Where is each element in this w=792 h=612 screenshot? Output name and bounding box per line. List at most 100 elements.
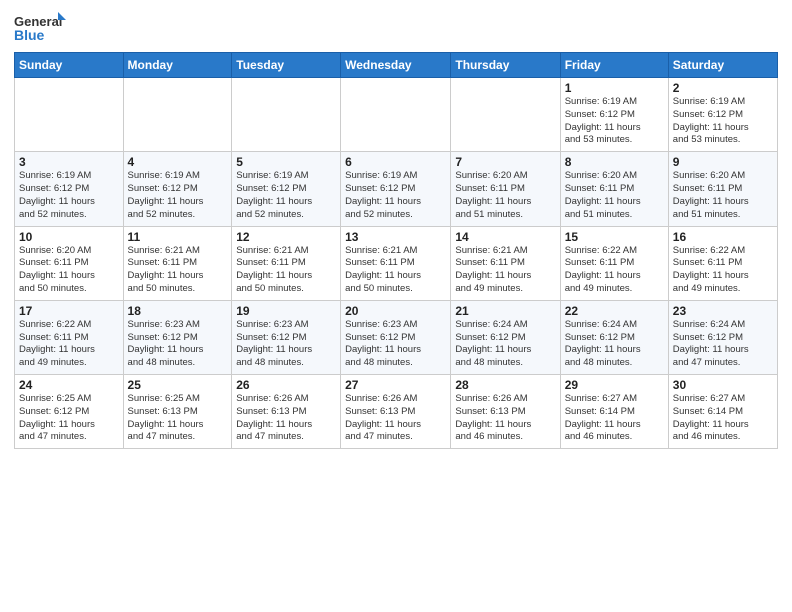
day-info: Sunrise: 6:19 AM Sunset: 6:12 PM Dayligh…: [236, 170, 336, 221]
calendar-cell: 10Sunrise: 6:20 AM Sunset: 6:11 PM Dayli…: [15, 226, 124, 300]
day-info: Sunrise: 6:25 AM Sunset: 6:12 PM Dayligh…: [19, 393, 119, 444]
day-info: Sunrise: 6:20 AM Sunset: 6:11 PM Dayligh…: [455, 170, 555, 221]
weekday-header-friday: Friday: [560, 53, 668, 78]
day-info: Sunrise: 6:20 AM Sunset: 6:11 PM Dayligh…: [565, 170, 664, 221]
calendar-cell: 1Sunrise: 6:19 AM Sunset: 6:12 PM Daylig…: [560, 78, 668, 152]
day-info: Sunrise: 6:19 AM Sunset: 6:12 PM Dayligh…: [673, 96, 773, 147]
calendar-cell: 29Sunrise: 6:27 AM Sunset: 6:14 PM Dayli…: [560, 375, 668, 449]
day-number: 16: [673, 230, 773, 244]
calendar-cell: 2Sunrise: 6:19 AM Sunset: 6:12 PM Daylig…: [668, 78, 777, 152]
weekday-header-sunday: Sunday: [15, 53, 124, 78]
day-number: 18: [128, 304, 228, 318]
weekday-header-saturday: Saturday: [668, 53, 777, 78]
calendar-cell: 22Sunrise: 6:24 AM Sunset: 6:12 PM Dayli…: [560, 300, 668, 374]
day-info: Sunrise: 6:23 AM Sunset: 6:12 PM Dayligh…: [345, 319, 446, 370]
day-number: 10: [19, 230, 119, 244]
day-info: Sunrise: 6:26 AM Sunset: 6:13 PM Dayligh…: [236, 393, 336, 444]
calendar-cell: 27Sunrise: 6:26 AM Sunset: 6:13 PM Dayli…: [341, 375, 451, 449]
day-number: 21: [455, 304, 555, 318]
weekday-header-wednesday: Wednesday: [341, 53, 451, 78]
day-info: Sunrise: 6:19 AM Sunset: 6:12 PM Dayligh…: [565, 96, 664, 147]
day-number: 15: [565, 230, 664, 244]
day-info: Sunrise: 6:26 AM Sunset: 6:13 PM Dayligh…: [455, 393, 555, 444]
day-info: Sunrise: 6:19 AM Sunset: 6:12 PM Dayligh…: [19, 170, 119, 221]
day-info: Sunrise: 6:22 AM Sunset: 6:11 PM Dayligh…: [565, 245, 664, 296]
day-number: 24: [19, 378, 119, 392]
calendar-cell: 24Sunrise: 6:25 AM Sunset: 6:12 PM Dayli…: [15, 375, 124, 449]
calendar-cell: 6Sunrise: 6:19 AM Sunset: 6:12 PM Daylig…: [341, 152, 451, 226]
day-number: 14: [455, 230, 555, 244]
day-info: Sunrise: 6:24 AM Sunset: 6:12 PM Dayligh…: [673, 319, 773, 370]
calendar-cell: 13Sunrise: 6:21 AM Sunset: 6:11 PM Dayli…: [341, 226, 451, 300]
day-number: 4: [128, 155, 228, 169]
day-number: 29: [565, 378, 664, 392]
day-info: Sunrise: 6:24 AM Sunset: 6:12 PM Dayligh…: [455, 319, 555, 370]
calendar-cell: 8Sunrise: 6:20 AM Sunset: 6:11 PM Daylig…: [560, 152, 668, 226]
day-info: Sunrise: 6:20 AM Sunset: 6:11 PM Dayligh…: [19, 245, 119, 296]
day-number: 30: [673, 378, 773, 392]
day-info: Sunrise: 6:27 AM Sunset: 6:14 PM Dayligh…: [673, 393, 773, 444]
calendar-cell: 20Sunrise: 6:23 AM Sunset: 6:12 PM Dayli…: [341, 300, 451, 374]
day-number: 12: [236, 230, 336, 244]
day-number: 13: [345, 230, 446, 244]
day-number: 28: [455, 378, 555, 392]
calendar-cell: [123, 78, 232, 152]
day-number: 20: [345, 304, 446, 318]
calendar-cell: [15, 78, 124, 152]
calendar-week-row: 10Sunrise: 6:20 AM Sunset: 6:11 PM Dayli…: [15, 226, 778, 300]
day-info: Sunrise: 6:19 AM Sunset: 6:12 PM Dayligh…: [128, 170, 228, 221]
logo: General Blue: [14, 10, 66, 46]
calendar-cell: 4Sunrise: 6:19 AM Sunset: 6:12 PM Daylig…: [123, 152, 232, 226]
day-info: Sunrise: 6:24 AM Sunset: 6:12 PM Dayligh…: [565, 319, 664, 370]
weekday-header-monday: Monday: [123, 53, 232, 78]
day-info: Sunrise: 6:20 AM Sunset: 6:11 PM Dayligh…: [673, 170, 773, 221]
day-info: Sunrise: 6:21 AM Sunset: 6:11 PM Dayligh…: [345, 245, 446, 296]
calendar-cell: [232, 78, 341, 152]
svg-text:Blue: Blue: [14, 27, 45, 43]
calendar-cell: 25Sunrise: 6:25 AM Sunset: 6:13 PM Dayli…: [123, 375, 232, 449]
day-info: Sunrise: 6:23 AM Sunset: 6:12 PM Dayligh…: [236, 319, 336, 370]
calendar-cell: 19Sunrise: 6:23 AM Sunset: 6:12 PM Dayli…: [232, 300, 341, 374]
day-info: Sunrise: 6:26 AM Sunset: 6:13 PM Dayligh…: [345, 393, 446, 444]
day-number: 8: [565, 155, 664, 169]
calendar-week-row: 1Sunrise: 6:19 AM Sunset: 6:12 PM Daylig…: [15, 78, 778, 152]
calendar-cell: 5Sunrise: 6:19 AM Sunset: 6:12 PM Daylig…: [232, 152, 341, 226]
day-info: Sunrise: 6:25 AM Sunset: 6:13 PM Dayligh…: [128, 393, 228, 444]
calendar-cell: 14Sunrise: 6:21 AM Sunset: 6:11 PM Dayli…: [451, 226, 560, 300]
day-number: 1: [565, 81, 664, 95]
day-info: Sunrise: 6:21 AM Sunset: 6:11 PM Dayligh…: [455, 245, 555, 296]
calendar-cell: 16Sunrise: 6:22 AM Sunset: 6:11 PM Dayli…: [668, 226, 777, 300]
calendar-cell: 3Sunrise: 6:19 AM Sunset: 6:12 PM Daylig…: [15, 152, 124, 226]
calendar-cell: 28Sunrise: 6:26 AM Sunset: 6:13 PM Dayli…: [451, 375, 560, 449]
day-number: 22: [565, 304, 664, 318]
day-number: 7: [455, 155, 555, 169]
day-info: Sunrise: 6:27 AM Sunset: 6:14 PM Dayligh…: [565, 393, 664, 444]
day-number: 19: [236, 304, 336, 318]
day-number: 2: [673, 81, 773, 95]
day-info: Sunrise: 6:19 AM Sunset: 6:12 PM Dayligh…: [345, 170, 446, 221]
calendar-week-row: 3Sunrise: 6:19 AM Sunset: 6:12 PM Daylig…: [15, 152, 778, 226]
calendar-cell: 26Sunrise: 6:26 AM Sunset: 6:13 PM Dayli…: [232, 375, 341, 449]
day-number: 5: [236, 155, 336, 169]
day-number: 27: [345, 378, 446, 392]
page-header: General Blue: [14, 10, 778, 46]
day-info: Sunrise: 6:23 AM Sunset: 6:12 PM Dayligh…: [128, 319, 228, 370]
calendar-cell: 23Sunrise: 6:24 AM Sunset: 6:12 PM Dayli…: [668, 300, 777, 374]
logo-svg: General Blue: [14, 10, 66, 46]
day-number: 26: [236, 378, 336, 392]
calendar-cell: 30Sunrise: 6:27 AM Sunset: 6:14 PM Dayli…: [668, 375, 777, 449]
day-number: 9: [673, 155, 773, 169]
day-number: 23: [673, 304, 773, 318]
calendar-cell: 18Sunrise: 6:23 AM Sunset: 6:12 PM Dayli…: [123, 300, 232, 374]
calendar-week-row: 17Sunrise: 6:22 AM Sunset: 6:11 PM Dayli…: [15, 300, 778, 374]
day-info: Sunrise: 6:21 AM Sunset: 6:11 PM Dayligh…: [128, 245, 228, 296]
day-number: 3: [19, 155, 119, 169]
calendar-cell: 12Sunrise: 6:21 AM Sunset: 6:11 PM Dayli…: [232, 226, 341, 300]
weekday-header-tuesday: Tuesday: [232, 53, 341, 78]
calendar-week-row: 24Sunrise: 6:25 AM Sunset: 6:12 PM Dayli…: [15, 375, 778, 449]
calendar-cell: 21Sunrise: 6:24 AM Sunset: 6:12 PM Dayli…: [451, 300, 560, 374]
day-info: Sunrise: 6:22 AM Sunset: 6:11 PM Dayligh…: [19, 319, 119, 370]
day-number: 6: [345, 155, 446, 169]
weekday-header-row: SundayMondayTuesdayWednesdayThursdayFrid…: [15, 53, 778, 78]
calendar-cell: 15Sunrise: 6:22 AM Sunset: 6:11 PM Dayli…: [560, 226, 668, 300]
